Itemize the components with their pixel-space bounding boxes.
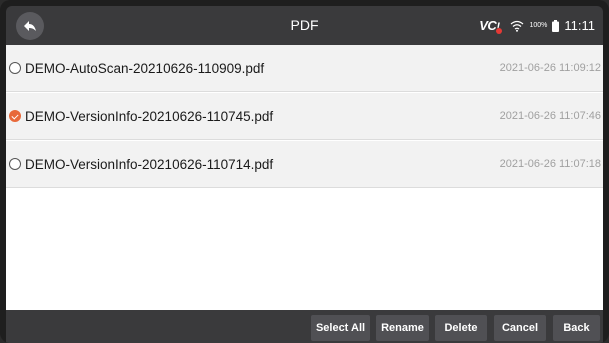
file-list: DEMO-AutoScan-20210626-110909.pdf 2021-0…	[6, 45, 603, 310]
radio-button[interactable]	[9, 62, 21, 74]
list-item[interactable]: DEMO-VersionInfo-20210626-110714.pdf 202…	[6, 141, 603, 188]
file-name: DEMO-AutoScan-20210626-110909.pdf	[25, 61, 265, 76]
battery-percent: 100%	[529, 22, 548, 29]
radio-button[interactable]	[9, 158, 21, 170]
delete-button[interactable]: Delete	[435, 315, 487, 341]
clock: 11:11	[564, 18, 595, 33]
wifi-icon	[511, 20, 524, 32]
file-date: 2021-06-26 11:07:46	[499, 110, 601, 122]
bottom-toolbar: Select All Rename Delete Cancel Back	[6, 310, 603, 343]
device-screen: PDF VC! 100% 11:11 DEMO-AutoScan-2021062…	[0, 0, 609, 343]
rename-button[interactable]: Rename	[376, 315, 429, 341]
list-item[interactable]: DEMO-AutoScan-20210626-110909.pdf 2021-0…	[6, 45, 603, 92]
status-bar: VC! 100% 11:11	[479, 6, 595, 45]
file-name: DEMO-VersionInfo-20210626-110714.pdf	[25, 157, 274, 172]
vci-connection-icon: VC!	[479, 18, 503, 34]
list-item[interactable]: DEMO-VersionInfo-20210626-110745.pdf 202…	[6, 93, 603, 140]
file-date: 2021-06-26 11:09:12	[499, 62, 601, 74]
file-date: 2021-06-26 11:07:18	[499, 158, 601, 170]
back-button[interactable]: Back	[553, 315, 600, 341]
cancel-button[interactable]: Cancel	[494, 315, 546, 341]
file-name: DEMO-VersionInfo-20210626-110745.pdf	[25, 109, 274, 124]
battery-icon	[552, 19, 560, 32]
radio-button-checked[interactable]	[9, 110, 21, 122]
top-bar: PDF VC! 100% 11:11	[6, 6, 603, 45]
select-all-button[interactable]: Select All	[311, 315, 370, 341]
